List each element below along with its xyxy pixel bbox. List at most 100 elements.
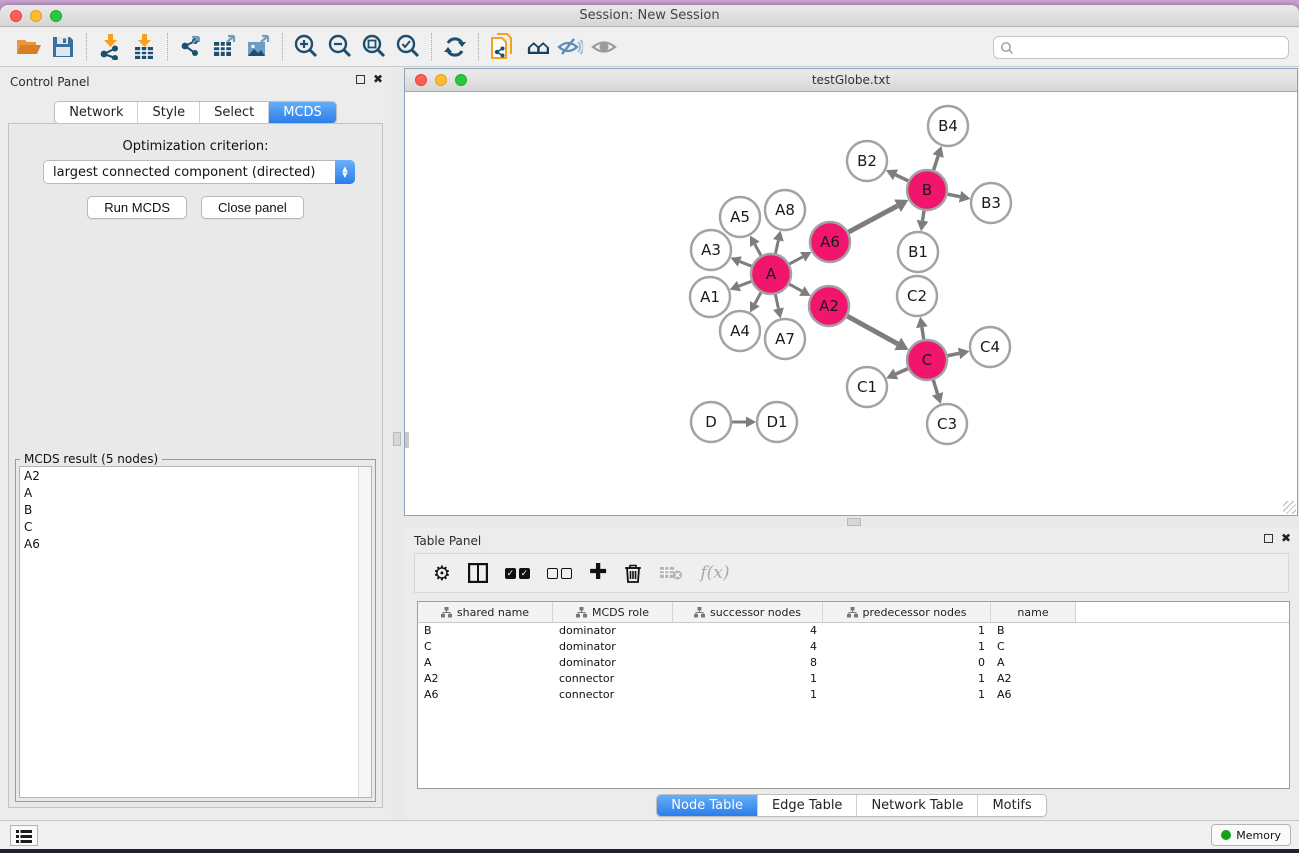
column-header[interactable]: name	[991, 602, 1076, 622]
graph-edge[interactable]	[922, 327, 924, 339]
table-row[interactable]: C dominator 4 1 C	[418, 639, 1289, 655]
criterion-dropdown[interactable]: largest connected component (directed) ▲…	[43, 160, 355, 184]
network-window-titlebar[interactable]: testGlobe.txt	[405, 69, 1297, 92]
tab-motifs[interactable]: Motifs	[978, 795, 1045, 816]
graph-edge[interactable]	[923, 211, 924, 221]
toggle-columns-icon[interactable]	[468, 563, 488, 583]
save-icon[interactable]	[46, 32, 80, 62]
graph-edge[interactable]	[933, 380, 937, 394]
zoom-selected-icon[interactable]	[391, 32, 425, 62]
tab-select[interactable]: Select	[200, 102, 269, 123]
scrollbar[interactable]	[405, 432, 409, 448]
close-panel-icon[interactable]: ✖	[1281, 534, 1291, 543]
settings-gear-icon[interactable]: ⚙	[433, 561, 451, 585]
delete-table-icon[interactable]	[659, 565, 683, 581]
close-panel-icon[interactable]: ✖	[373, 75, 383, 84]
network-canvas[interactable]: B4B2BB3B1A5A8A6A3AA1A2C2A4A7CC4C1C3DD1	[405, 92, 1297, 515]
graph-edge[interactable]	[948, 353, 959, 355]
node-label: D1	[766, 413, 787, 431]
chevron-up-down-icon: ▲▼	[335, 160, 355, 184]
search-input[interactable]	[1014, 39, 1288, 57]
toolbar-separator	[431, 33, 432, 61]
copy-network-icon[interactable]	[485, 32, 519, 62]
mcds-result-list[interactable]: A2 A B C A6	[19, 466, 372, 798]
graph-edge[interactable]	[847, 316, 897, 344]
table-row[interactable]: A2 connector 1 1 A2	[418, 671, 1289, 687]
run-mcds-button[interactable]: Run MCDS	[87, 196, 187, 219]
memory-button[interactable]: Memory	[1211, 824, 1291, 846]
divider-handle[interactable]	[393, 432, 401, 446]
export-network-icon[interactable]	[174, 32, 208, 62]
function-builder-icon[interactable]: f(x)	[700, 563, 729, 583]
table-row[interactable]: B dominator 4 1 B	[418, 623, 1289, 639]
tree-icon	[847, 607, 858, 618]
graph-edge[interactable]	[896, 369, 908, 374]
float-panel-icon[interactable]	[356, 75, 365, 84]
open-folder-icon[interactable]	[12, 32, 46, 62]
table-row[interactable]: A dominator 8 0 A	[418, 655, 1289, 671]
graph-edge[interactable]	[948, 194, 960, 197]
divider-handle[interactable]	[847, 518, 861, 526]
export-table-icon[interactable]	[208, 32, 242, 62]
resize-grip-icon[interactable]	[1283, 501, 1296, 514]
optimization-criterion-label: Optimization criterion:	[9, 139, 382, 154]
column-header[interactable]: MCDS role	[553, 602, 673, 622]
graph-edge[interactable]	[934, 156, 939, 170]
graph-edge[interactable]	[895, 175, 908, 181]
add-column-icon[interactable]: ✚	[589, 563, 607, 583]
zoom-out-icon[interactable]	[323, 32, 357, 62]
scrollbar[interactable]	[358, 467, 371, 797]
import-network-icon[interactable]	[93, 32, 127, 62]
deselect-all-icon[interactable]	[547, 568, 572, 579]
list-item[interactable]: A2	[20, 467, 371, 484]
zoom-fit-icon[interactable]	[357, 32, 391, 62]
zoom-in-icon[interactable]	[289, 32, 323, 62]
float-panel-icon[interactable]	[1264, 534, 1273, 543]
list-item[interactable]: C	[20, 518, 371, 535]
select-all-icon[interactable]: ✓✓	[505, 568, 530, 579]
list-item[interactable]: A	[20, 484, 371, 501]
column-header[interactable]: successor nodes	[673, 602, 823, 622]
export-image-icon[interactable]	[242, 32, 276, 62]
application-window: Session: New Session	[0, 5, 1299, 849]
tab-network-table[interactable]: Network Table	[857, 795, 978, 816]
tab-network[interactable]: Network	[55, 102, 138, 123]
tab-edge-table[interactable]: Edge Table	[758, 795, 857, 816]
delete-column-icon[interactable]	[624, 563, 642, 583]
tab-style[interactable]: Style	[138, 102, 200, 123]
network-graph: B4B2BB3B1A5A8A6A3AA1A2C2A4A7CC4C1C3DD1	[405, 92, 1297, 515]
tab-node-table[interactable]: Node Table	[657, 795, 758, 816]
column-header[interactable]: shared name	[418, 602, 553, 622]
node-label: B3	[981, 194, 1001, 212]
table-row[interactable]: A6 connector 1 1 A6	[418, 687, 1289, 703]
task-history-button[interactable]	[10, 825, 38, 846]
node-label: A1	[700, 288, 720, 306]
hide-selected-icon[interactable]	[553, 32, 587, 62]
node-label: A5	[730, 208, 750, 226]
graph-edge[interactable]	[755, 244, 761, 255]
list-item[interactable]: B	[20, 501, 371, 518]
edge-arrowhead	[773, 308, 784, 319]
refresh-icon[interactable]	[438, 32, 472, 62]
tab-mcds[interactable]: MCDS	[269, 102, 336, 123]
split-divider-vertical[interactable]	[391, 68, 404, 820]
list-item[interactable]: A6	[20, 535, 371, 552]
node-label: B2	[857, 152, 877, 170]
graph-edge[interactable]	[775, 240, 778, 253]
search-field[interactable]	[993, 36, 1289, 59]
split-divider-horizontal[interactable]	[404, 517, 1299, 527]
graph-edge[interactable]	[740, 262, 752, 267]
column-header[interactable]: predecessor nodes	[823, 602, 991, 622]
graph-edge[interactable]	[739, 281, 751, 286]
close-panel-button[interactable]: Close panel	[201, 196, 304, 219]
show-selected-icon[interactable]	[587, 32, 621, 62]
graph-edge[interactable]	[789, 284, 801, 291]
graph-edge[interactable]	[789, 257, 802, 264]
graph-edge[interactable]	[755, 292, 761, 303]
node-table[interactable]: shared name MCDS role successor nodes pr…	[417, 601, 1290, 789]
import-table-icon[interactable]	[127, 32, 161, 62]
home-icon[interactable]: ⌂⌂	[519, 32, 553, 62]
control-panel: Control Panel ✖ Network Style Select MCD…	[0, 68, 391, 820]
graph-edge[interactable]	[849, 206, 898, 232]
graph-edge[interactable]	[775, 295, 778, 309]
